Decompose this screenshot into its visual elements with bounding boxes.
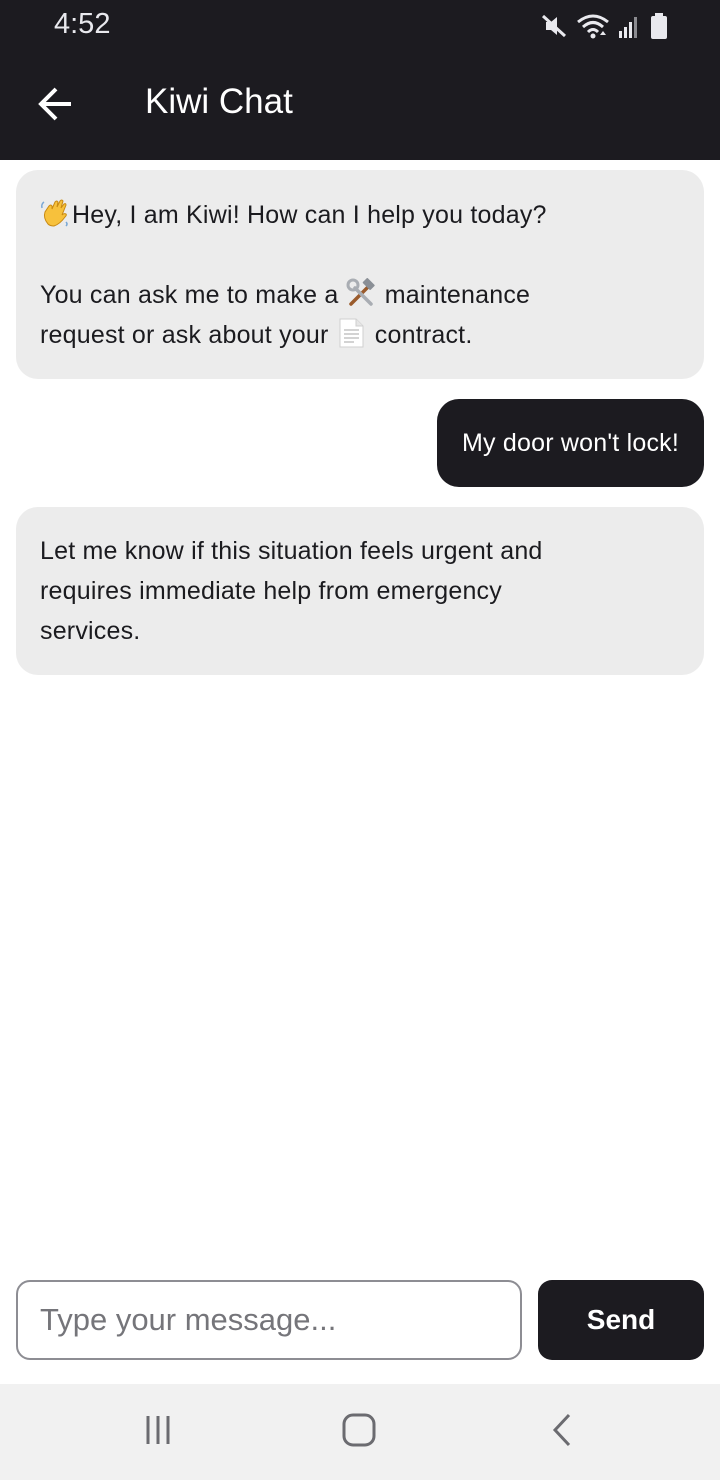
user-message: My door won't lock! [437, 399, 704, 487]
battery-icon [650, 12, 668, 40]
arrow-left-icon [36, 84, 76, 129]
system-back-button[interactable] [540, 1412, 584, 1452]
message-input-container [16, 1280, 522, 1360]
navigation-bar [0, 1384, 720, 1480]
message-line: requires immediate help from emergency [40, 577, 502, 605]
back-button[interactable] [30, 80, 82, 132]
message-line: Let me know if this situation feels urge… [40, 537, 543, 565]
status-time: 4:52 [54, 8, 111, 40]
signal-icon [618, 13, 642, 39]
wifi-icon [576, 12, 610, 40]
home-icon [341, 1412, 377, 1453]
hammer-and-wrench-emoji-icon [346, 278, 376, 308]
message-line: Hey, I am Kiwi! How can I help you today… [40, 195, 680, 235]
back-icon [547, 1413, 577, 1452]
screen: 4:52 Kiwi Chat Hey, I am Kiwi! How can I… [0, 0, 720, 1480]
page-title: Kiwi Chat [145, 82, 293, 121]
page-facing-up-emoji-icon [336, 318, 366, 348]
status-icons [540, 10, 668, 42]
home-button[interactable] [337, 1412, 381, 1452]
status-bar: 4:52 [0, 0, 720, 52]
message-input[interactable] [38, 1301, 500, 1339]
message-text: maintenance [377, 281, 531, 309]
recent-apps-icon [142, 1414, 174, 1451]
waving-hand-emoji-icon [40, 198, 70, 228]
send-button[interactable]: Send [538, 1280, 704, 1360]
message-line: request or ask about your contract. [40, 315, 680, 355]
recent-apps-button[interactable] [136, 1412, 180, 1452]
message-text: My door won't lock! [462, 429, 679, 457]
mute-icon [540, 12, 568, 40]
message-text: request or ask about your [40, 321, 336, 349]
message-text: You can ask me to make a [40, 281, 346, 309]
message-line: services. [40, 617, 141, 645]
bot-message: Hey, I am Kiwi! How can I help you today… [16, 170, 704, 379]
app-bar: Kiwi Chat [0, 52, 720, 160]
bot-message: Let me know if this situation feels urge… [16, 507, 704, 675]
message-text: contract. [367, 321, 473, 349]
message-line: You can ask me to make a maintenance [40, 275, 680, 315]
message-text: Hey, I am Kiwi! How can I help you today… [72, 201, 547, 229]
